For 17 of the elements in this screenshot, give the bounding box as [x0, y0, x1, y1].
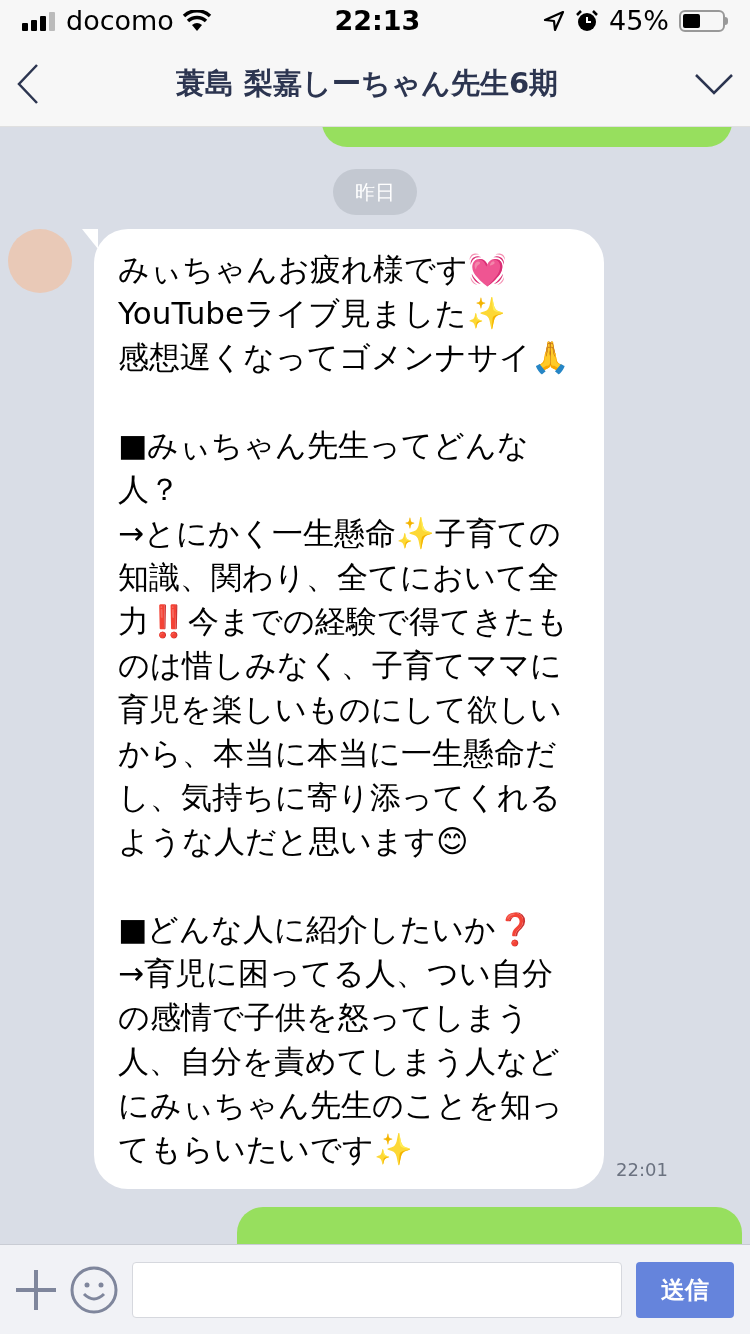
message-text: みぃちゃんお疲れ様です💓 YouTubeライブ見ました✨ 感想遅くなってゴメンナサイ🙏 ■みぃちゃん先生ってどんな人？ →とにかく一生懸命✨子育ての知識、関わり、全てにおいて全力‼今までの経験で得てきたものは惜しみなく、子育てママに育児を楽しいものにして欲しいから、本当に本当に一生懸命だし、気持ちに寄り添ってくれるような人だと思います😊 ■どんな人に紹介したいか❓ →育児に困ってる人、つい自分の感情で子供を怒ってしまう人、自分を責めてしまう人などにみぃちゃん先生のことを知ってもらいたいです✨: [118, 250, 571, 1169]
location-arrow-icon: [543, 10, 565, 32]
battery-icon: [679, 10, 728, 32]
down-chevron-icon[interactable]: [694, 72, 734, 96]
signal-icon: [22, 11, 58, 31]
send-button[interactable]: 送信: [636, 1261, 734, 1318]
chat-title: 蓑島 梨嘉しーちゃん先生6期: [175, 65, 559, 103]
plus-icon[interactable]: [16, 1269, 56, 1310]
back-chevron-icon[interactable]: [16, 63, 40, 105]
carrier-name: docomo: [66, 3, 174, 38]
smiley-icon[interactable]: [70, 1265, 118, 1314]
message-time: 22:01: [616, 1158, 668, 1182]
wifi-icon: [181, 10, 212, 32]
clock-time: 22:13: [334, 3, 421, 38]
alarm-clock-icon: [575, 9, 599, 33]
battery-percent: 45%: [609, 3, 669, 38]
message-input-field[interactable]: [132, 1261, 622, 1318]
